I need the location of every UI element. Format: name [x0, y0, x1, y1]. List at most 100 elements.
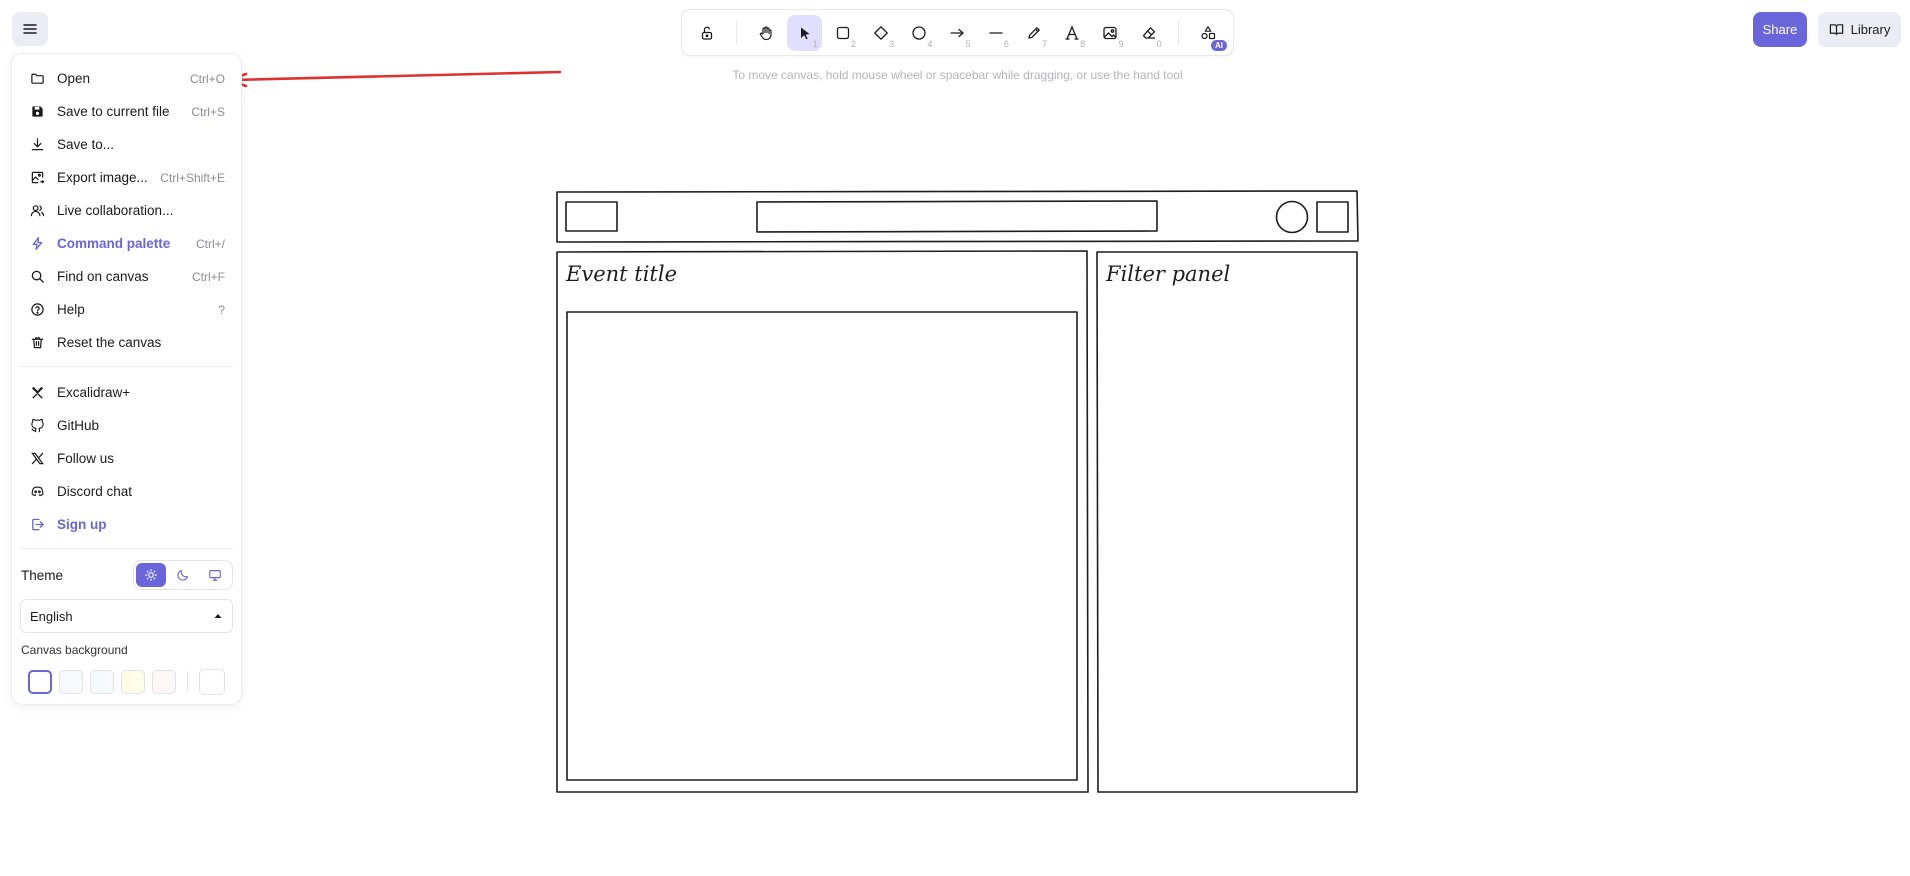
- toolbar-divider: [736, 20, 738, 45]
- bg-swatch-custom[interactable]: [199, 669, 225, 695]
- ai-badge: AI: [1210, 39, 1227, 51]
- menu-item-label: Command palette: [57, 236, 171, 251]
- menu-link-excalidraw-plus[interactable]: Excalidraw+: [20, 376, 233, 409]
- menu-divider: [20, 548, 233, 549]
- tool-draw[interactable]: 7: [1017, 15, 1051, 51]
- theme-light-option[interactable]: [136, 563, 166, 587]
- menu-item-find-on-canvas[interactable]: Find on canvas Ctrl+F: [20, 260, 233, 293]
- github-icon: [28, 417, 46, 435]
- menu-item-reset-canvas[interactable]: Reset the canvas: [20, 326, 233, 359]
- main-menu-button[interactable]: [12, 12, 48, 46]
- theme-row: Theme: [20, 558, 233, 592]
- main-panel-shape: [556, 250, 1089, 793]
- menu-item-open[interactable]: Open Ctrl+O: [20, 62, 233, 95]
- menu-item-label: Follow us: [57, 451, 115, 466]
- menu-square-shape: [1316, 201, 1349, 233]
- tool-key: 3: [889, 38, 895, 49]
- moon-icon: [177, 570, 188, 581]
- menu-item-label: Excalidraw+: [57, 385, 131, 400]
- tool-ellipse[interactable]: 4: [902, 15, 936, 51]
- menu-link-sign-up[interactable]: Sign up: [20, 508, 233, 541]
- drawing-canvas[interactable]: Event title Filter panel: [0, 0, 1910, 876]
- bg-swatch-light-yellow[interactable]: [121, 670, 145, 694]
- menu-item-label: Open: [57, 71, 91, 86]
- swatch-divider: [187, 671, 188, 693]
- library-button[interactable]: Library: [1818, 12, 1901, 47]
- users-icon: [28, 202, 46, 220]
- tool-line[interactable]: 6: [979, 15, 1013, 51]
- tool-arrow[interactable]: 5: [940, 15, 974, 51]
- tool-hand[interactable]: [749, 15, 783, 51]
- theme-label: Theme: [21, 567, 64, 583]
- sun-icon: [145, 569, 157, 581]
- help-icon: [28, 301, 46, 319]
- save-icon: [28, 103, 46, 121]
- tool-key: 1: [812, 38, 818, 49]
- toolbar-divider: [1177, 20, 1179, 45]
- avatar-circle-shape: [1275, 200, 1309, 234]
- tool-key: 7: [1042, 38, 1048, 49]
- rectangle-icon: [836, 26, 849, 39]
- menu-item-label: Help: [57, 302, 85, 317]
- menu-item-label: Discord chat: [57, 484, 133, 499]
- menu-item-label: Save to...: [57, 137, 115, 152]
- bg-swatch-light-gray[interactable]: [59, 670, 83, 694]
- menu-item-label: Find on canvas: [57, 269, 149, 284]
- menu-item-save-to[interactable]: Save to...: [20, 128, 233, 161]
- tool-text[interactable]: 8: [1055, 15, 1089, 51]
- header-frame-shape: [556, 190, 1359, 243]
- text-icon: [1065, 24, 1079, 40]
- tool-eraser[interactable]: 0: [1132, 15, 1166, 51]
- theme-toggle: [133, 560, 233, 590]
- tool-key: 2: [850, 38, 856, 49]
- lock-open-icon: [701, 26, 713, 40]
- monitor-icon: [209, 570, 221, 581]
- menu-item-export-image[interactable]: Export image... Ctrl+Shift+E: [20, 161, 233, 194]
- image-icon: [1103, 26, 1118, 39]
- x-logo-icon: [28, 450, 46, 468]
- menu-item-command-palette[interactable]: Command palette Ctrl+/: [20, 227, 233, 260]
- caret-up-icon: [214, 614, 222, 618]
- tool-lock[interactable]: [690, 15, 724, 51]
- eraser-icon: [1142, 26, 1155, 39]
- menu-item-save[interactable]: Save to current file Ctrl+S: [20, 95, 233, 128]
- main-menu-dropdown: Open Ctrl+O Save to current file Ctrl+S …: [12, 54, 241, 704]
- pointer-icon: [800, 27, 810, 39]
- menu-item-live-collaboration[interactable]: Live collaboration...: [20, 194, 233, 227]
- menu-link-github[interactable]: GitHub: [20, 409, 233, 442]
- annotation-arrow[interactable]: [227, 70, 562, 88]
- book-icon: [1829, 24, 1843, 36]
- language-select[interactable]: English: [20, 599, 233, 633]
- menu-item-label: Save to current file: [57, 104, 170, 119]
- line-icon: [989, 31, 1003, 34]
- menu-item-help[interactable]: Help ?: [20, 293, 233, 326]
- diamond-icon: [874, 25, 888, 40]
- bg-swatch-white[interactable]: [28, 670, 52, 694]
- arrow-icon: [950, 28, 965, 37]
- menu-item-label: GitHub: [57, 418, 100, 433]
- menu-item-shortcut: Ctrl+O: [189, 71, 225, 86]
- shapes-toolbar: 1 2 3 4 5 6 7 8 9 0 AI: [682, 10, 1233, 55]
- trash-icon: [28, 334, 46, 352]
- language-value: English: [30, 608, 73, 624]
- bg-swatch-light-blue[interactable]: [90, 670, 114, 694]
- menu-link-discord[interactable]: Discord chat: [20, 475, 233, 508]
- menu-item-shortcut: Ctrl+Shift+E: [160, 170, 225, 185]
- menu-link-follow-us[interactable]: Follow us: [20, 442, 233, 475]
- search-icon: [28, 268, 46, 286]
- bg-swatch-light-beige[interactable]: [152, 670, 176, 694]
- theme-dark-option[interactable]: [168, 563, 198, 587]
- share-button[interactable]: Share: [1753, 12, 1807, 47]
- menu-item-shortcut: ?: [218, 302, 225, 317]
- tool-more-shapes[interactable]: AI: [1191, 15, 1227, 51]
- tool-selection[interactable]: 1: [787, 14, 822, 51]
- tool-image[interactable]: 9: [1093, 15, 1127, 51]
- folder-icon: [28, 70, 46, 88]
- theme-system-option[interactable]: [200, 563, 230, 587]
- bolt-icon: [28, 235, 46, 253]
- event-title-text: Event title: [565, 262, 677, 286]
- excalidraw-plus-icon: [28, 384, 46, 402]
- tool-diamond[interactable]: 3: [864, 15, 898, 51]
- menu-item-shortcut: Ctrl+S: [191, 104, 225, 119]
- tool-rectangle[interactable]: 2: [826, 15, 860, 51]
